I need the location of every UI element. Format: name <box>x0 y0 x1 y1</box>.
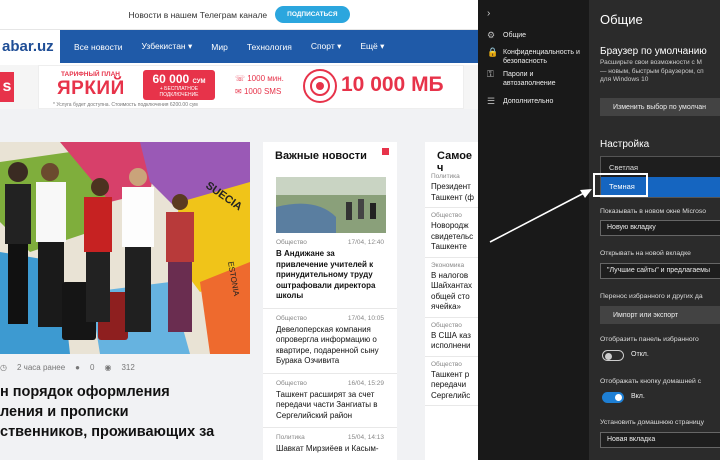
most-read-title: Самое ч <box>437 150 473 174</box>
key-icon: ⚿ <box>487 69 494 79</box>
telegram-text: Новости в нашем Телеграм канале <box>128 9 268 20</box>
comment-count: 0 <box>90 363 95 372</box>
minutes: ☏ 1000 мин. <box>235 74 284 83</box>
side-news-item[interactable]: Общество Ташкент р передачи Сергелийс <box>425 357 478 406</box>
tariff-label: ТАРИФНЫЙ ПЛАН <box>61 71 120 78</box>
side-news-item[interactable]: Общество Новородж свидетельс Ташкенте <box>425 208 478 258</box>
tariff-name: ЯРКИЙ <box>57 78 125 99</box>
nav-general[interactable]: ⚙ Общие <box>487 31 526 40</box>
new-tab-select[interactable]: "Лучшие сайты" и предлагаемы <box>600 263 720 279</box>
nav-advanced[interactable]: ☰ Дополнительно <box>487 97 553 106</box>
chevron-right-icon[interactable]: › <box>487 8 490 19</box>
new-tab-label: Открывать на новой вкладке <box>600 250 691 257</box>
favorites-bar-toggle[interactable] <box>602 350 624 361</box>
default-browser-desc: Расширьте свои возможности с M — новым, … <box>600 59 704 83</box>
highlight-box <box>593 173 648 197</box>
banner-fine-print: * Услуга будет доступна. Стоимость подкл… <box>53 102 198 108</box>
view-count: 312 <box>121 363 135 372</box>
nav-passwords[interactable]: ⚿ Пароли и автозаполнение <box>487 70 556 88</box>
news-item[interactable]: Общество 17/04, 12:40 В Андижане за привл… <box>263 233 397 309</box>
news-item[interactable]: Общество 17/04, 10:05 Девелоперская компа… <box>263 309 397 374</box>
homepage-select[interactable]: Новая вкладка <box>600 432 720 448</box>
globe-icon <box>303 69 337 103</box>
mb-amount: 10 000 МБ <box>341 73 444 96</box>
news-item[interactable]: Общество 16/04, 15:29 Ташкент расширят за… <box>263 374 397 428</box>
nav-technology[interactable]: Технология <box>247 42 292 52</box>
site-header: abar.uz Все новости Узбекистан ▾ Мир Тех… <box>0 30 478 63</box>
subscribe-button[interactable]: ПОДПИСАТЬСЯ <box>275 6 350 23</box>
nav-more[interactable]: Ещё ▾ <box>360 41 384 52</box>
minutes-sms: ☏ 1000 мин. ✉ 1000 SMS <box>235 72 284 98</box>
telegram-bar: Новости в нашем Телеграм канале ПОДПИСАТ… <box>0 0 478 30</box>
nav-world[interactable]: Мир <box>211 42 228 52</box>
site-logo[interactable]: abar.uz <box>0 30 60 63</box>
price-sub: + БЕСПЛАТНОЕ ПОДКЛЮЧЕНИЕ <box>159 86 199 98</box>
nav-sport[interactable]: Спорт ▾ <box>311 41 342 52</box>
nav-all-news[interactable]: Все новости <box>74 42 122 52</box>
import-export-button[interactable]: Импорт или экспорт <box>600 306 720 324</box>
panel-title: Общие <box>600 12 643 27</box>
lock-icon: 🔒 <box>487 47 499 57</box>
default-browser-heading: Браузер по умолчанию <box>600 46 707 57</box>
home-button-state: Вкл. <box>631 393 645 400</box>
nav-uzbekistan[interactable]: Узбекистан ▾ <box>141 41 192 52</box>
sms: ✉ 1000 SMS <box>235 87 282 96</box>
customize-heading: Настройка <box>600 139 650 150</box>
ad-banner[interactable]: s ТАРИФНЫЙ ПЛАН ЯРКИЙ 60 000 СУМ + БЕСПЛ… <box>0 63 478 109</box>
important-news-photo[interactable] <box>276 177 386 233</box>
article-time: 2 часа ранее <box>16 363 66 372</box>
home-button-toggle[interactable] <box>602 392 624 403</box>
home-button-label: Отображать кнопку домашней с <box>600 378 702 385</box>
eye-icon: ◉ <box>104 363 112 372</box>
change-default-button[interactable]: Изменить выбор по умолчан <box>600 98 720 116</box>
comment-icon: ● <box>75 363 81 372</box>
most-read-column: Самое ч Политика Президент Ташкент (ф Общ… <box>425 142 478 460</box>
settings-nav: › ⚙ Общие 🔒 Конфиденциальность и безопасно… <box>478 0 589 460</box>
gear-icon: ⚙ <box>487 30 496 40</box>
open-new-window-select[interactable]: Новую вкладку <box>600 220 720 236</box>
clock-icon: ◷ <box>0 363 7 372</box>
side-news-item[interactable]: Общество В США каз исполнени <box>425 318 478 357</box>
article-meta: ◷ 2 часа ранее ● 0 ◉ 312 <box>0 363 135 372</box>
nav-privacy[interactable]: 🔒 Конфиденциальность и безопасность <box>487 48 580 66</box>
open-new-window-label: Показывать в новом окне Microso <box>600 208 707 215</box>
side-news-item[interactable]: Экономика В налогов Шайхантах общей сто я… <box>425 258 478 318</box>
main-article-image[interactable]: SUECIA ESTONIA <box>0 142 250 354</box>
banner-side-letter: s <box>0 72 14 102</box>
news-item[interactable]: Политика 15/04, 14:13 Шавкат Мирзиёев и К… <box>263 428 397 460</box>
price: 60 000 СУМ <box>152 72 206 86</box>
main-nav: Все новости Узбекистан ▾ Мир Технология … <box>60 30 478 63</box>
news-website: Новости в нашем Телеграм канале ПОДПИСАТ… <box>0 0 478 460</box>
favorites-bar-label: Отобразить панель избранного <box>600 336 699 343</box>
homepage-label: Установить домашнюю страницу <box>600 419 704 426</box>
important-news-column: Важные новости Общество 17/04, 12:40 В Ан… <box>263 142 397 460</box>
settings-panel: Общие Браузер по умолчанию Расширьте сво… <box>589 0 720 460</box>
tariff-box: ТАРИФНЫЙ ПЛАН ЯРКИЙ <box>39 66 134 106</box>
main-article-headline[interactable]: н порядок оформления ления и прописки ст… <box>0 382 250 442</box>
side-news-item[interactable]: Политика Президент Ташкент (ф <box>425 169 478 208</box>
banner-main[interactable]: ТАРИФНЫЙ ПЛАН ЯРКИЙ 60 000 СУМ + БЕСПЛАТ… <box>38 65 464 109</box>
transfer-label: Перенос избранного и других да <box>600 293 703 300</box>
price-box: 60 000 СУМ + БЕСПЛАТНОЕ ПОДКЛЮЧЕНИЕ <box>143 70 215 100</box>
sliders-icon: ☰ <box>487 96 496 106</box>
favorites-bar-state: Откл. <box>631 351 649 358</box>
important-news-title: Важные новости <box>263 142 397 169</box>
